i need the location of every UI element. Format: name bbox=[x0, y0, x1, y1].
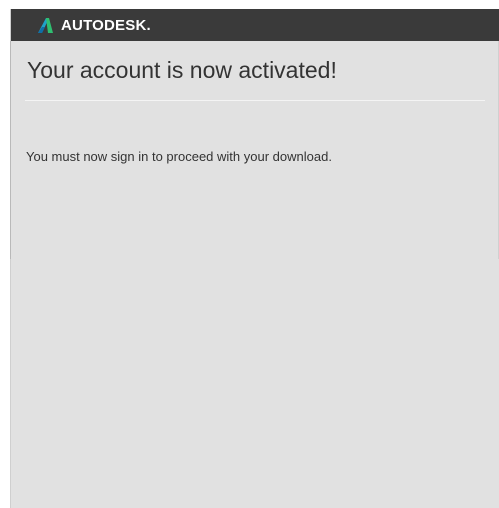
status-message: You must now sign in to proceed with you… bbox=[26, 149, 332, 164]
brand-name: AUTODESK. bbox=[61, 16, 151, 34]
header-bar: AUTODESK. bbox=[11, 9, 499, 41]
page-title: Your account is now activated! bbox=[27, 57, 337, 83]
panel-edge bbox=[10, 41, 11, 259]
autodesk-logo: AUTODESK. bbox=[35, 14, 151, 36]
autodesk-logo-icon bbox=[38, 18, 53, 33]
divider bbox=[25, 100, 485, 101]
activation-window: AUTODESK. Your account is now activated!… bbox=[10, 9, 499, 508]
